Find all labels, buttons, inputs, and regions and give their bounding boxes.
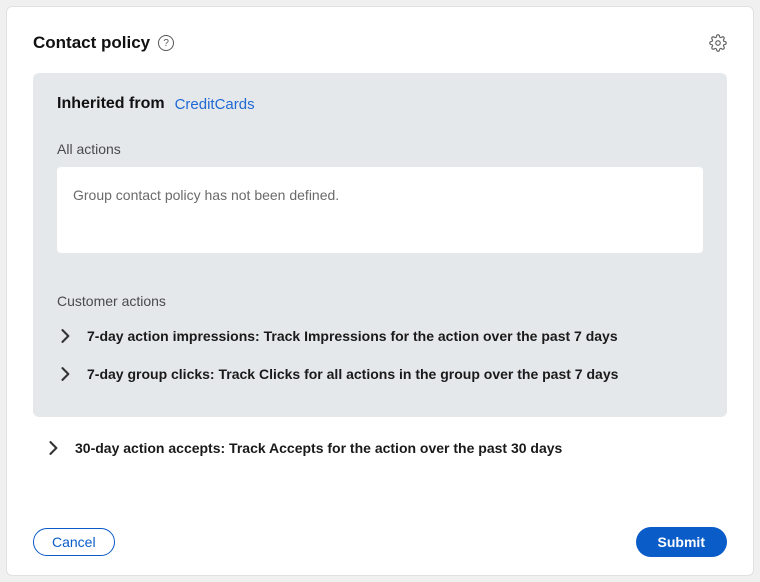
chevron-right-icon[interactable]: [45, 439, 63, 457]
all-actions-empty-box: Group contact policy has not been define…: [57, 167, 703, 253]
chevron-right-icon[interactable]: [57, 365, 75, 383]
cancel-button[interactable]: Cancel: [33, 528, 115, 556]
inherited-source-link[interactable]: CreditCards: [175, 96, 255, 113]
card-header: Contact policy ?: [33, 33, 727, 53]
inherited-line: Inherited from CreditCards: [57, 95, 703, 113]
gear-icon[interactable]: [709, 34, 727, 52]
customer-actions-heading: Customer actions: [57, 293, 703, 309]
chevron-right-icon[interactable]: [57, 327, 75, 345]
help-icon[interactable]: ?: [158, 35, 174, 51]
action-label: 7-day action impressions: Track Impressi…: [87, 328, 618, 344]
all-actions-heading: All actions: [57, 141, 703, 157]
contact-policy-card: Contact policy ? Inherited from CreditCa…: [6, 6, 754, 576]
submit-button[interactable]: Submit: [636, 527, 727, 557]
action-label: 30-day action accepts: Track Accepts for…: [75, 440, 562, 456]
card-title: Contact policy: [33, 33, 150, 53]
footer: Cancel Submit: [33, 527, 727, 557]
customer-action-row: 7-day action impressions: Track Impressi…: [57, 319, 703, 353]
header-left: Contact policy ?: [33, 33, 174, 53]
inherited-label: Inherited from: [57, 95, 165, 113]
action-label: 7-day group clicks: Track Clicks for all…: [87, 366, 618, 382]
inherited-panel: Inherited from CreditCards All actions G…: [33, 73, 727, 417]
customer-action-row: 7-day group clicks: Track Clicks for all…: [57, 357, 703, 391]
empty-message: Group contact policy has not been define…: [73, 187, 339, 203]
standalone-action-row: 30-day action accepts: Track Accepts for…: [33, 433, 727, 463]
